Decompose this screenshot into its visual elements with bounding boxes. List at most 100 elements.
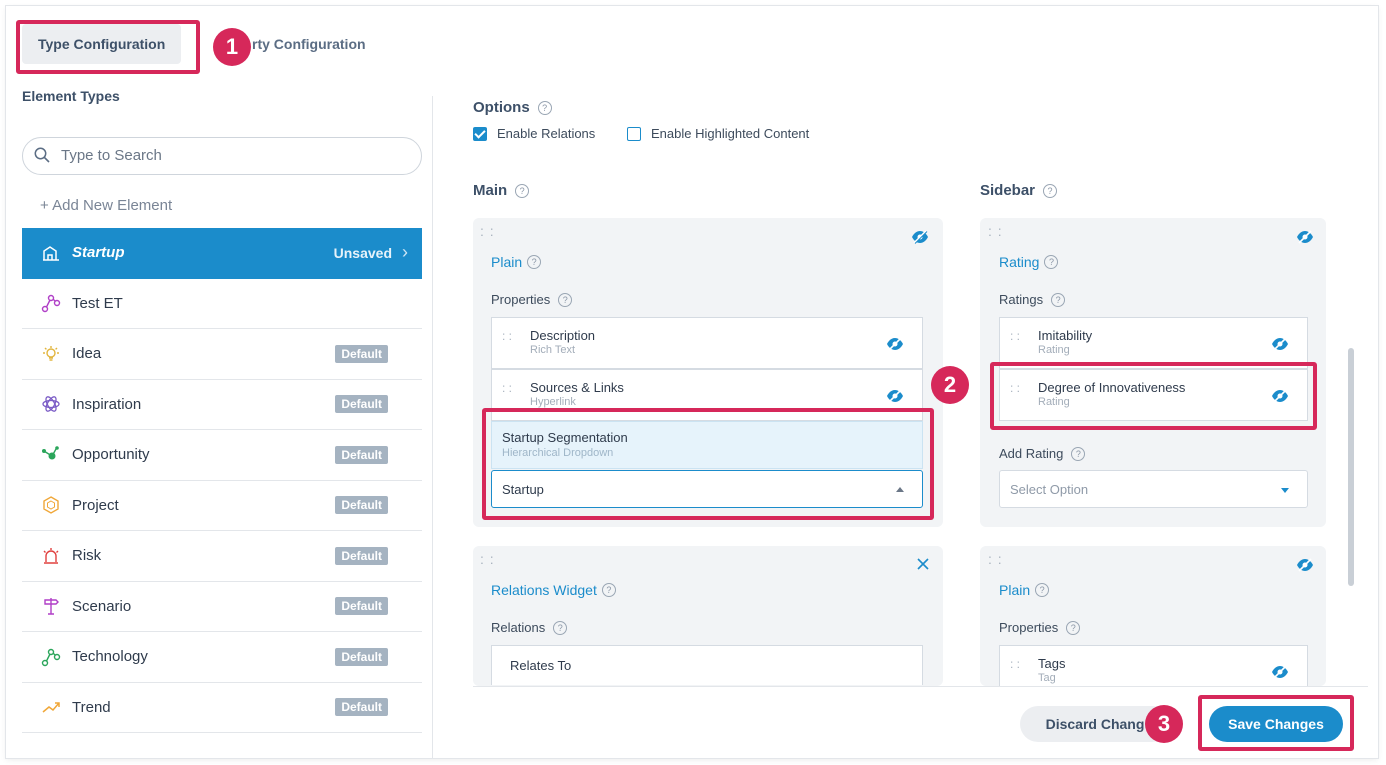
help-icon[interactable]: ? <box>1044 255 1059 269</box>
element-type-row-inspiration[interactable]: Inspiration Default <box>22 380 422 430</box>
rating-item-imitability[interactable]: : : Imitability Rating <box>999 317 1308 369</box>
property-item-description[interactable]: : : Description Rich Text <box>491 317 923 369</box>
drag-handle-icon[interactable]: : : <box>1010 330 1020 342</box>
enable-relations-checkbox[interactable]: Enable Relations <box>473 126 595 141</box>
scrollbar-thumb[interactable] <box>1348 348 1354 586</box>
network-icon <box>40 292 62 314</box>
add-rating-select[interactable]: Select Option <box>999 470 1308 508</box>
callout-badge-1: 1 <box>213 28 251 66</box>
property-select[interactable]: Startup <box>491 470 923 508</box>
visibility-off-icon[interactable] <box>1271 337 1289 351</box>
column-divider <box>432 96 433 758</box>
help-icon[interactable]: ? <box>558 292 573 307</box>
element-type-row-project[interactable]: Project Default <box>22 481 422 531</box>
visibility-off-icon[interactable] <box>911 230 929 244</box>
status-badge: Default <box>335 546 388 565</box>
search-input[interactable]: Type to Search <box>22 137 422 175</box>
visibility-off-icon[interactable] <box>1296 558 1314 572</box>
element-type-label: Trend <box>72 698 111 716</box>
help-icon[interactable]: ? <box>1071 446 1086 461</box>
drag-handle-icon[interactable]: : : <box>988 224 1003 238</box>
status-badge: Default <box>335 395 388 414</box>
status-badge: Default <box>335 647 388 666</box>
tab-type-configuration[interactable]: Type Configuration <box>22 24 182 64</box>
visibility-off-icon[interactable] <box>1296 230 1314 244</box>
building-icon <box>40 242 62 264</box>
widget-title: Rating? <box>999 254 1059 270</box>
element-type-label: Test ET <box>72 294 123 312</box>
widget-subtitle: Properties? <box>999 620 1081 635</box>
help-icon[interactable]: ? <box>515 183 530 198</box>
status-badge: Unsaved › <box>333 242 408 263</box>
save-changes-button[interactable]: Save Changes <box>1209 706 1343 742</box>
help-icon[interactable]: ? <box>1066 620 1081 635</box>
element-type-row-idea[interactable]: Idea Default <box>22 329 422 380</box>
trend-icon <box>40 696 62 718</box>
drag-handle-icon[interactable]: : : <box>1010 382 1020 394</box>
status-badge: Default <box>335 698 388 717</box>
search-icon <box>34 147 50 163</box>
close-icon[interactable] <box>916 557 930 571</box>
element-type-label: Project <box>72 496 119 514</box>
tab-property-configuration[interactable]: rty Configuration <box>236 24 382 64</box>
lightbulb-icon <box>40 343 62 365</box>
alarm-icon <box>40 545 62 567</box>
add-new-element-link[interactable]: + Add New Element <box>40 197 172 214</box>
enable-highlighted-checkbox[interactable]: Enable Highlighted Content <box>627 126 809 141</box>
element-type-row-test-et[interactable]: Test ET <box>22 279 422 329</box>
element-types-panel: Element Types <box>22 88 424 104</box>
element-type-list: Startup Unsaved › Test ET Idea Default In… <box>22 228 422 733</box>
checkbox-checked[interactable] <box>473 126 487 141</box>
signpost-icon <box>40 595 62 617</box>
element-type-row-trend[interactable]: Trend Default <box>22 683 422 733</box>
visibility-off-icon[interactable] <box>886 337 904 351</box>
status-badge: Default <box>335 445 388 464</box>
checkbox-unchecked[interactable] <box>627 126 641 141</box>
rating-item-degree-of-innovativeness[interactable]: : : Degree of Innovativeness Rating <box>999 369 1308 421</box>
help-icon[interactable]: ? <box>537 100 552 115</box>
atom-icon <box>40 393 62 415</box>
status-badge: Default <box>335 496 388 515</box>
property-item-sources-links[interactable]: : : Sources & Links Hyperlink <box>491 369 923 421</box>
property-item-tags[interactable]: : : Tags Tag <box>999 645 1308 686</box>
widget-subtitle: Relations? <box>491 620 568 635</box>
visibility-off-icon[interactable] <box>886 389 904 403</box>
visibility-off-icon[interactable] <box>1271 389 1289 403</box>
element-type-label: Technology <box>72 648 148 666</box>
element-type-label: Startup <box>72 244 125 262</box>
visibility-off-icon[interactable] <box>1271 665 1289 679</box>
widget-subtitle: Properties? <box>491 292 573 307</box>
drag-handle-icon[interactable]: : : <box>480 224 495 238</box>
element-type-row-opportunity[interactable]: Opportunity Default <box>22 430 422 481</box>
element-type-row-scenario[interactable]: Scenario Default <box>22 582 422 632</box>
help-icon[interactable]: ? <box>1043 183 1058 198</box>
widget-title: Plain? <box>999 582 1050 598</box>
drag-handle-icon[interactable]: : : <box>502 382 512 394</box>
drag-handle-icon[interactable]: : : <box>480 552 495 566</box>
element-type-row-technology[interactable]: Technology Default <box>22 632 422 683</box>
dropdown-option-startup-segmentation[interactable]: Startup Segmentation Hierarchical Dropdo… <box>491 421 923 469</box>
help-icon[interactable]: ? <box>527 255 542 269</box>
add-rating-label: Add Rating? <box>999 446 1086 461</box>
element-type-label: Inspiration <box>72 395 142 413</box>
drag-handle-icon[interactable]: : : <box>502 330 512 342</box>
options-heading: Options? <box>473 99 552 116</box>
widget-subtitle: Ratings? <box>999 292 1066 307</box>
hexagon-icon <box>40 494 62 516</box>
footer-divider <box>473 686 1368 687</box>
caret-down-icon <box>1281 488 1289 493</box>
widget-title: Plain? <box>491 254 542 270</box>
relation-item-relates-to[interactable]: Relates To <box>491 645 923 685</box>
help-icon[interactable]: ? <box>553 620 568 635</box>
element-type-label: Opportunity <box>72 446 150 464</box>
drag-handle-icon[interactable]: : : <box>988 552 1003 566</box>
help-icon[interactable]: ? <box>601 583 616 597</box>
network-icon <box>40 646 62 668</box>
help-icon[interactable]: ? <box>1051 292 1066 307</box>
element-type-row-risk[interactable]: Risk Default <box>22 531 422 582</box>
drag-handle-icon[interactable]: : : <box>1010 658 1020 670</box>
element-type-label: Scenario <box>72 597 132 615</box>
element-type-row-startup[interactable]: Startup Unsaved › <box>22 228 422 279</box>
sidebar-heading: Sidebar? <box>980 182 1058 199</box>
help-icon[interactable]: ? <box>1035 583 1050 597</box>
